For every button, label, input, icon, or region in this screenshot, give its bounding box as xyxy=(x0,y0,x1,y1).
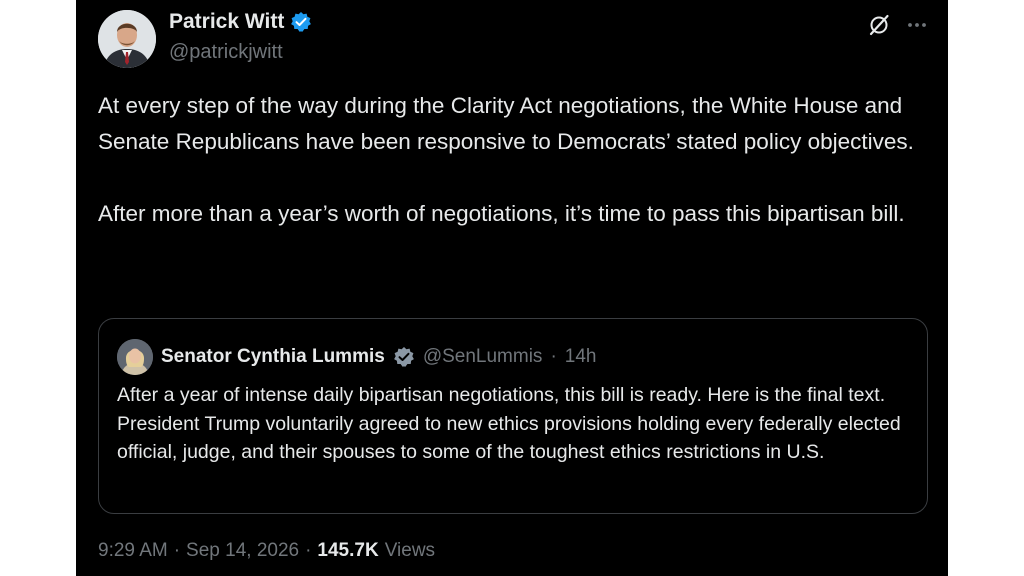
author-avatar[interactable] xyxy=(98,10,156,68)
quoted-author-avatar xyxy=(117,339,153,375)
quoted-author-handle[interactable]: @SenLummis xyxy=(423,346,543,368)
verified-badge-icon xyxy=(393,346,415,368)
author-display-name[interactable]: Patrick Witt xyxy=(169,10,284,34)
quoted-post[interactable]: Senator Cynthia Lummis @SenLummis · 14h … xyxy=(98,318,928,514)
views-count[interactable]: 145.7K xyxy=(317,540,378,562)
quoted-separator: · xyxy=(550,346,557,367)
quoted-post-header: Senator Cynthia Lummis @SenLummis · 14h xyxy=(117,339,596,375)
post-text: At every step of the way during the Clar… xyxy=(98,93,914,226)
post-meta: 9:29 AM · Sep 14, 2026 · 145.7K Views xyxy=(98,540,435,562)
author-name-row: Patrick Witt xyxy=(169,10,312,34)
post-actions-top xyxy=(866,12,930,38)
meta-separator: · xyxy=(173,540,181,561)
author-handle[interactable]: @patrickjwitt xyxy=(169,41,283,64)
post-date[interactable]: Sep 14, 2026 xyxy=(186,540,299,562)
more-options-icon[interactable] xyxy=(904,12,930,38)
quoted-timestamp[interactable]: 14h xyxy=(565,346,597,368)
grok-icon[interactable] xyxy=(866,12,892,38)
views-label[interactable]: Views xyxy=(385,540,435,562)
meta-separator: · xyxy=(305,540,312,561)
post-time[interactable]: 9:29 AM xyxy=(98,540,168,562)
quoted-author-name[interactable]: Senator Cynthia Lummis xyxy=(161,346,385,368)
verified-badge-icon xyxy=(290,11,312,33)
post-card: Patrick Witt @patrickjwitt At every step… xyxy=(76,0,948,576)
quoted-post-text: After a year of intense daily bipartisan… xyxy=(117,384,901,463)
